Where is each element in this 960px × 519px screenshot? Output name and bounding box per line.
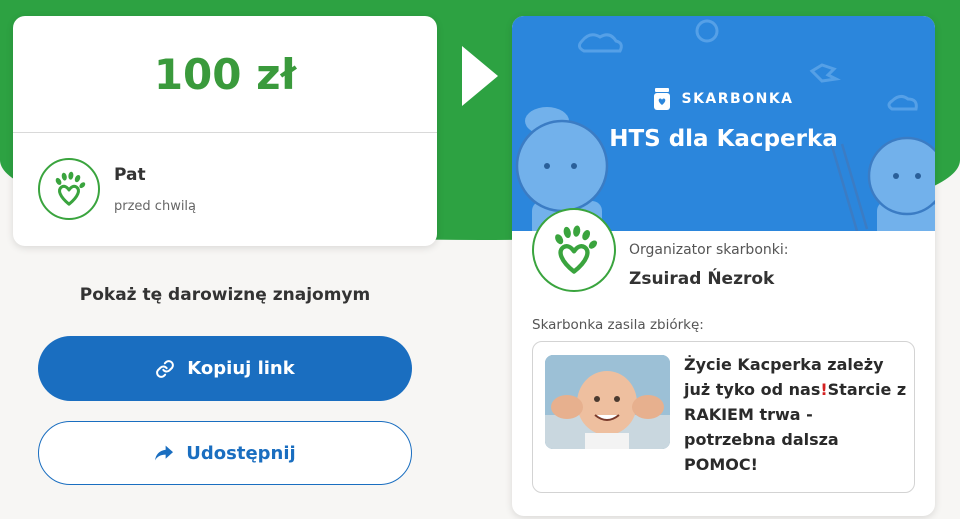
kids-illustration bbox=[515, 19, 935, 231]
organizer-label: Organizator skarbonki: bbox=[629, 242, 789, 258]
campaign-title[interactable]: Życie Kacperka zależy już tyko od nas!St… bbox=[684, 352, 909, 477]
supports-label: Skarbonka zasila zbiórkę: bbox=[532, 317, 704, 333]
heart-hand-logo-icon bbox=[55, 171, 86, 206]
campaign-link[interactable]: Życie Kacperka zależy już tyko od nas!St… bbox=[532, 341, 915, 493]
piggy-jar-icon bbox=[654, 88, 671, 110]
exclamation-icon: ! bbox=[820, 380, 828, 399]
brand-row: SKARBONKA bbox=[512, 88, 935, 110]
fund-card[interactable]: SKARBONKA HTS dla Kacperka Organizator s… bbox=[512, 16, 935, 516]
fund-header: SKARBONKA HTS dla Kacperka bbox=[512, 16, 935, 231]
heart-hand-logo-icon bbox=[555, 225, 598, 274]
arrow-right-icon bbox=[462, 46, 498, 106]
donation-time: przed chwilą bbox=[114, 198, 197, 214]
campaign-photo bbox=[545, 355, 670, 449]
donor-info: Pat przed chwilą bbox=[114, 165, 196, 214]
share-arrow-icon bbox=[154, 444, 174, 462]
fund-title[interactable]: HTS dla Kacperka bbox=[512, 126, 935, 152]
copy-link-button[interactable]: Kopiuj link bbox=[38, 336, 412, 401]
donor-avatar bbox=[38, 158, 100, 220]
link-icon bbox=[155, 359, 175, 379]
share-button[interactable]: Udostępnij bbox=[38, 421, 412, 485]
organizer-name: Zsuirad Ńezrok bbox=[629, 269, 775, 289]
organizer-avatar bbox=[532, 208, 616, 292]
share-title: Pokaż tę darowiznę znajomym bbox=[79, 285, 371, 305]
copy-link-label: Kopiuj link bbox=[187, 358, 295, 379]
donation-card: 100 zł Pat przed chwilą bbox=[13, 16, 437, 246]
brand-name: SKARBONKA bbox=[681, 91, 794, 107]
share-label: Udostępnij bbox=[186, 442, 296, 464]
donor-row: Pat przed chwilą bbox=[38, 158, 196, 220]
donation-amount: 100 zł bbox=[13, 16, 437, 133]
donor-name: Pat bbox=[114, 164, 146, 185]
